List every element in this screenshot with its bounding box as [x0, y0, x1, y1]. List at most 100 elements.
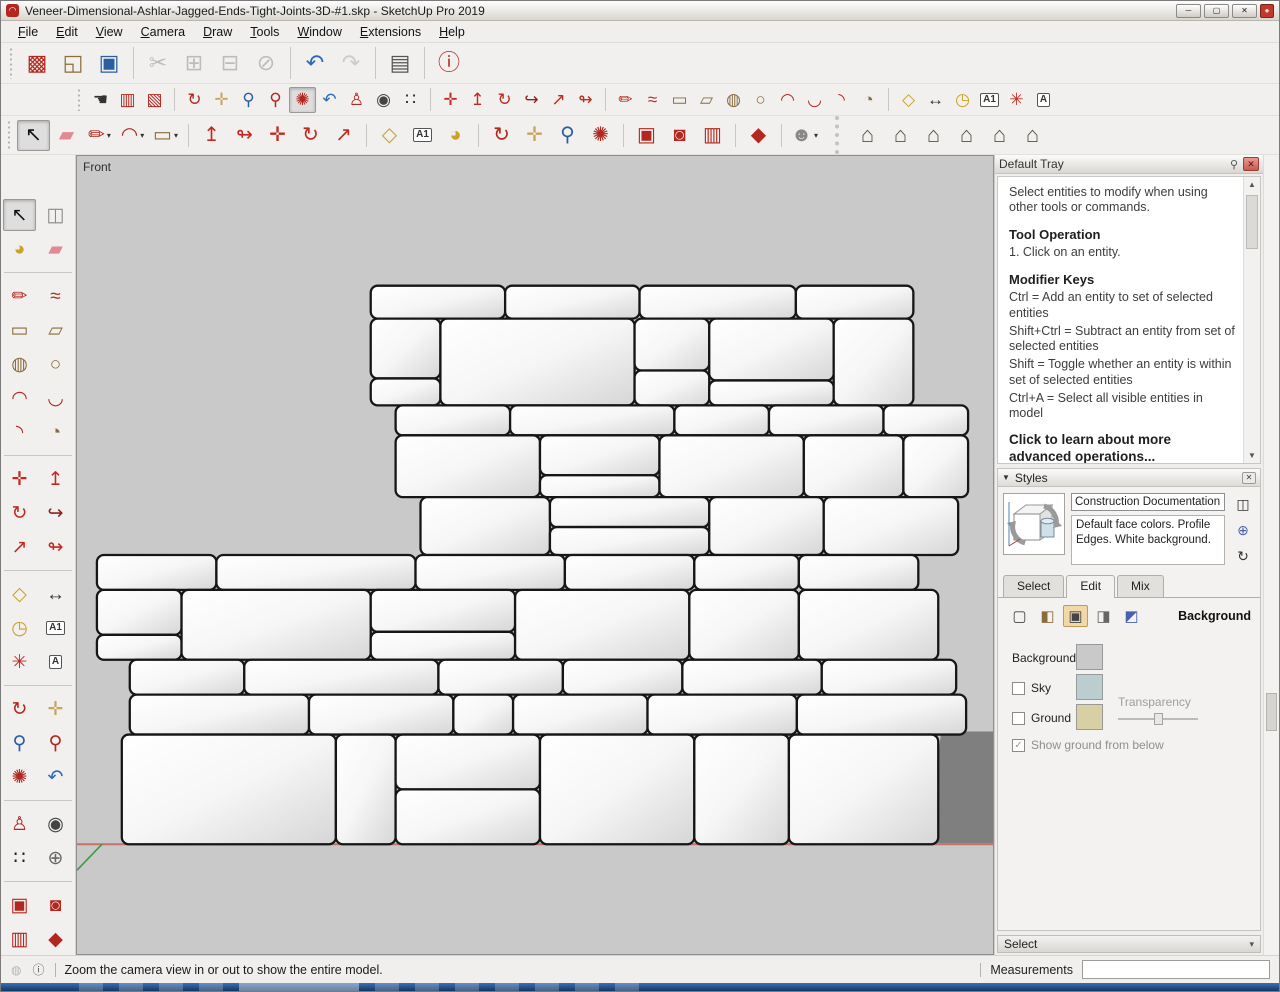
offset-button[interactable]: ↬ — [228, 120, 261, 151]
modeling-settings-button[interactable]: ◩ — [1119, 605, 1144, 627]
windows-taskbar[interactable] — [1, 983, 1279, 991]
orbit-button[interactable]: ↻ — [181, 87, 208, 113]
background-settings-button[interactable]: ▣ — [1063, 605, 1088, 627]
push-pull-button[interactable]: ↥ — [39, 463, 72, 495]
line-button[interactable]: ✏ — [3, 280, 36, 312]
move-button[interactable]: ✛ — [437, 87, 464, 113]
freehand-button[interactable]: ≈ — [39, 280, 72, 312]
eraser-button[interactable]: ▰ — [50, 120, 83, 151]
dropdown-arrow-icon[interactable]: ▾ — [140, 131, 144, 140]
polygon-button[interactable]: ○ — [747, 87, 774, 113]
line-button[interactable]: ✏ — [612, 87, 639, 113]
zoom-button[interactable]: ⚲ — [3, 727, 36, 759]
view-top-button[interactable]: ⌂ — [884, 120, 917, 151]
styles-close-icon[interactable]: ✕ — [1242, 471, 1256, 484]
circle-button[interactable]: ◍ — [3, 348, 36, 380]
paint-bucket-button[interactable]: ◕ — [3, 233, 36, 265]
model-info-button[interactable]: ⓘ — [431, 46, 467, 80]
menu-help[interactable]: Help — [430, 22, 474, 42]
look-around-button[interactable]: ◉ — [370, 87, 397, 113]
undo-button[interactable]: ↶ — [297, 46, 333, 80]
zoom-extents-button[interactable]: ✺ — [289, 86, 316, 113]
sky-color-swatch[interactable] — [1076, 674, 1103, 700]
shapes-button[interactable]: ▭ ▾ — [149, 120, 182, 151]
tape-measure-button[interactable]: ◇ — [3, 578, 36, 610]
walk-button[interactable]: ∷ — [397, 87, 424, 113]
offset-button[interactable]: ↬ — [39, 531, 72, 563]
push-pull-button[interactable]: ↥ — [195, 120, 228, 151]
follow-me-button[interactable]: ↪ — [39, 497, 72, 529]
tape-measure-button[interactable]: ◇ — [895, 87, 922, 113]
rectangle-button[interactable]: ▭ — [3, 314, 36, 346]
rotated-rectangle-button[interactable]: ▱ — [693, 87, 720, 113]
zoom-extents-button[interactable]: ✺ — [584, 120, 617, 151]
walk-button[interactable]: ∷ — [3, 842, 36, 874]
three-point-arc-button[interactable]: ◝ — [828, 87, 855, 113]
rotated-rectangle-button[interactable]: ▱ — [39, 314, 72, 346]
print-button[interactable]: ▤ — [382, 46, 418, 80]
create-new-style-button[interactable]: ⊕ — [1233, 521, 1253, 539]
drawing-canvas[interactable]: Front — [76, 155, 994, 955]
protractor-button[interactable]: ◷ — [949, 87, 976, 113]
dimension-button[interactable]: ↔ — [922, 87, 949, 113]
3d-warehouse-button[interactable]: ▣ — [630, 120, 663, 151]
get-models-button[interactable]: ▣ — [3, 889, 36, 921]
menu-edit[interactable]: Edit — [47, 22, 87, 42]
zoom-previous-button[interactable]: ↶ — [316, 87, 343, 113]
eraser-button[interactable]: ▰ — [39, 233, 72, 265]
background-color-swatch[interactable] — [1076, 644, 1103, 670]
style-name-field[interactable]: Construction Documentation Sty — [1071, 493, 1225, 511]
text-button[interactable]: A1 — [39, 612, 72, 644]
arc-button[interactable]: ◠ — [3, 382, 36, 414]
scale-button[interactable]: ↗ — [545, 87, 572, 113]
view-back-button[interactable]: ⌂ — [983, 120, 1016, 151]
follow-me-button[interactable]: ↪ — [518, 87, 545, 113]
menu-file[interactable]: File — [9, 22, 47, 42]
position-camera-button[interactable]: ♙ — [343, 87, 370, 113]
pie-button[interactable]: ◔ — [855, 87, 882, 113]
menu-view[interactable]: View — [87, 22, 132, 42]
dropdown-arrow-icon[interactable]: ▾ — [814, 131, 818, 140]
select-button[interactable]: ↖ — [17, 119, 50, 151]
ground-color-swatch[interactable] — [1076, 704, 1103, 730]
transparency-slider[interactable] — [1118, 713, 1198, 725]
make-component-button[interactable]: ◫ — [39, 199, 72, 231]
two-point-arc-button[interactable]: ◡ — [801, 87, 828, 113]
rectangle-button[interactable]: ▭ — [666, 87, 693, 113]
zoom-button[interactable]: ⚲ — [235, 87, 262, 113]
menu-tools[interactable]: Tools — [241, 22, 288, 42]
geolocation-button[interactable]: ◍ — [10, 963, 22, 977]
offset-button[interactable]: ↬ — [572, 87, 599, 113]
tab-mix[interactable]: Mix — [1117, 575, 1164, 597]
rotate-button[interactable]: ↻ — [491, 87, 518, 113]
pin-icon[interactable]: ⚲ — [1230, 158, 1238, 171]
help-button[interactable]: ⓘ — [31, 963, 45, 977]
push-pull-button[interactable]: ↥ — [464, 87, 491, 113]
pan-button[interactable]: ✛ — [208, 87, 235, 113]
share-model-button[interactable]: ◙ — [39, 889, 72, 921]
update-style-button[interactable]: ↻ — [1233, 547, 1253, 565]
position-camera-button[interactable]: ♙ — [3, 808, 36, 840]
polygon-button[interactable]: ○ — [39, 348, 72, 380]
rotate-button[interactable]: ↻ — [294, 120, 327, 151]
close-icon[interactable]: ✕ — [1243, 157, 1259, 171]
look-around-button[interactable]: ◉ — [39, 808, 72, 840]
styles-panel-header[interactable]: ▼ Styles ✕ — [998, 469, 1260, 487]
menu-extensions[interactable]: Extensions — [351, 22, 430, 42]
dimension-button[interactable]: ↔ — [39, 578, 72, 610]
ground-checkbox[interactable] — [1012, 711, 1025, 725]
axes-button[interactable]: ✳ — [1003, 87, 1030, 113]
circle-button[interactable]: ◍ — [720, 87, 747, 113]
tray-scroll-thumb[interactable] — [1266, 693, 1277, 731]
show-ground-checkbox[interactable]: ✓ — [1012, 738, 1025, 752]
instructor-scroll-thumb[interactable] — [1246, 195, 1258, 249]
new-button[interactable]: ▩ — [19, 46, 55, 80]
recording-indicator-button[interactable]: ● — [1260, 3, 1274, 18]
scroll-down-icon[interactable]: ▼ — [1248, 451, 1256, 460]
move-button[interactable]: ✛ — [3, 463, 36, 495]
add-location-button[interactable]: ▥ — [114, 87, 141, 113]
zoom-previous-button[interactable]: ↶ — [39, 761, 72, 793]
scale-button[interactable]: ↗ — [327, 120, 360, 151]
view-front-button[interactable]: ⌂ — [917, 120, 950, 151]
pan-button[interactable]: ✛ — [39, 693, 72, 725]
